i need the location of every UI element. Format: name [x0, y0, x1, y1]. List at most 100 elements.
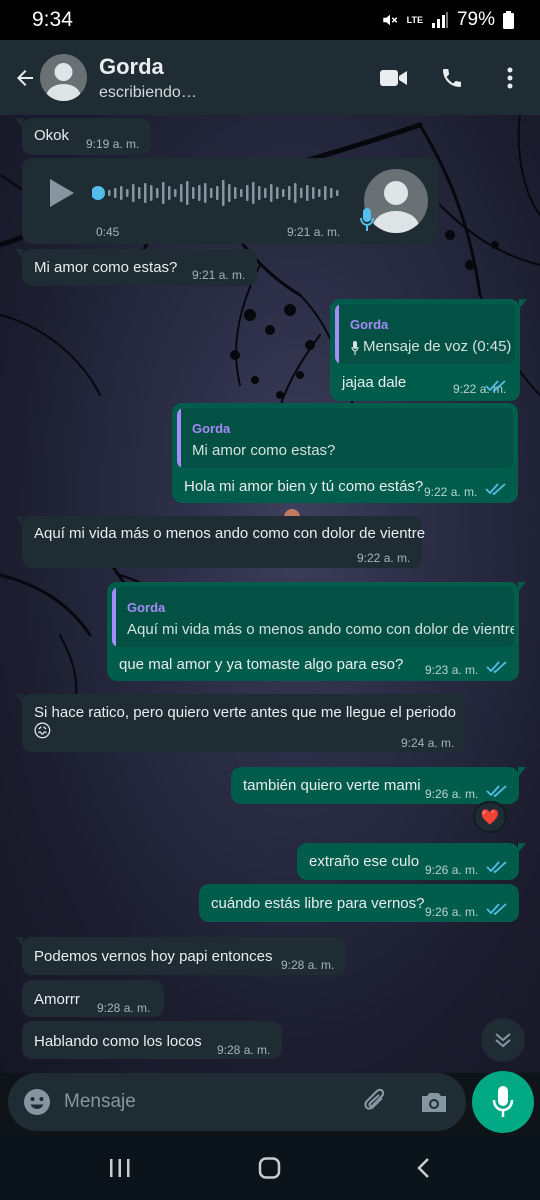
- waveform-bar: [294, 183, 297, 203]
- waveform-bar: [270, 184, 273, 202]
- message-text: Podemos vernos hoy papi entonces: [34, 948, 273, 965]
- waveform-bar: [210, 188, 213, 198]
- waveform-bar: [204, 183, 207, 203]
- video-call-icon[interactable]: [374, 58, 414, 98]
- message-incoming[interactable]: Okok 9:19 a. m.: [15, 118, 151, 155]
- waveform-bar: [312, 187, 315, 199]
- more-options-icon[interactable]: [490, 58, 530, 98]
- quote-text: Mensaje de voz (0:45): [363, 338, 512, 355]
- quote-text: Mi amor como estas?: [192, 442, 336, 459]
- message-incoming[interactable]: Hablando como los locos 9:28 a. m.: [22, 1021, 282, 1059]
- message-incoming[interactable]: Podemos vernos hoy papi entonces 9:28 a.…: [15, 937, 346, 975]
- message-incoming[interactable]: Amorrr 9:28 a. m.: [22, 980, 164, 1017]
- quoted-message[interactable]: Gorda Mi amor como estas?: [177, 408, 513, 468]
- message-outgoing[interactable]: Gorda Aquí mi vida más o menos ando como…: [107, 582, 526, 681]
- voice-duration: 0:45: [96, 225, 120, 239]
- status-icons: LTE 79%: [381, 9, 514, 31]
- status-bar: 9:34 LTE 79%: [0, 0, 540, 40]
- battery-level: 79%: [456, 9, 495, 30]
- message-outgoing[interactable]: extraño ese culo 9:26 a. m.: [297, 843, 526, 880]
- message-outgoing[interactable]: cuándo estás libre para vernos? 9:26 a. …: [199, 884, 519, 922]
- waveform-bar: [162, 182, 165, 204]
- quoted-message[interactable]: Gorda Aquí mi vida más o menos ando como…: [112, 587, 514, 647]
- message-time: 9:26 a. m.: [425, 905, 479, 919]
- message-time: 9:28 a. m.: [281, 958, 335, 972]
- waveform-bar: [318, 189, 321, 197]
- waveform-bar: [216, 186, 219, 200]
- reaction-badge[interactable]: ❤️: [473, 801, 507, 833]
- message-text: Mi amor como estas?: [34, 259, 178, 276]
- waveform-bar: [108, 190, 111, 196]
- recents-icon[interactable]: [100, 1152, 140, 1184]
- back-icon[interactable]: [403, 1152, 443, 1184]
- message-text: extraño ese culo: [309, 853, 420, 870]
- quote-author: Gorda: [350, 317, 389, 332]
- waveform-bar: [240, 189, 243, 197]
- phone-icon[interactable]: [432, 58, 472, 98]
- message-outgoing[interactable]: también quiero verte mami 9:26 a. m.: [231, 767, 526, 804]
- quoted-message[interactable]: Gorda Mensaje de voz (0:45): [335, 304, 515, 364]
- waveform-bar: [114, 188, 117, 198]
- message-outgoing[interactable]: Gorda Mensaje de voz (0:45) jajaa dale 9…: [330, 299, 527, 401]
- play-icon[interactable]: [48, 178, 76, 213]
- message-incoming[interactable]: Aquí mi vida más o menos ando como con d…: [15, 516, 425, 568]
- heart-reaction-icon: ❤️: [480, 809, 500, 826]
- read-ticks-icon: [486, 661, 507, 674]
- message-incoming[interactable]: Mi amor como estas? 9:21 a. m.: [15, 249, 257, 286]
- system-nav-bar: [0, 1136, 540, 1200]
- message-incoming[interactable]: Si hace ratico, pero quiero verte antes …: [15, 694, 465, 752]
- message-text: Amorrr: [34, 991, 80, 1008]
- waveform-bar: [222, 180, 225, 206]
- quote-bar: [335, 304, 339, 364]
- avatar[interactable]: [40, 54, 87, 101]
- message-outgoing[interactable]: Gorda Mi amor como estas? Hola mi amor b…: [172, 403, 518, 503]
- waveform-bar: [324, 186, 327, 200]
- camera-icon[interactable]: [418, 1086, 450, 1118]
- voice-message-incoming[interactable]: 0:45 9:21 a. m.: [22, 158, 438, 244]
- read-ticks-icon: [486, 861, 507, 874]
- quote-author: Gorda: [192, 421, 231, 436]
- lte-icon: LTE: [406, 14, 423, 25]
- signal-icon: [431, 12, 449, 28]
- status-time: 9:34: [32, 8, 73, 31]
- contact-info[interactable]: Gorda escribiendo…: [99, 54, 374, 102]
- message-time: 9:24 a. m.: [401, 736, 455, 750]
- waveform-bar: [198, 185, 201, 201]
- message-text: que mal amor y ya tomaste algo para eso?: [119, 656, 404, 673]
- back-arrow-icon[interactable]: [6, 59, 44, 97]
- double-chevron-down-icon: [495, 1033, 511, 1048]
- mic-icon: [360, 208, 374, 237]
- waveform-bar: [306, 185, 309, 201]
- message-input[interactable]: Mensaje: [64, 1091, 136, 1113]
- microphone-icon: [492, 1086, 514, 1117]
- read-ticks-icon: [486, 785, 507, 798]
- waveform-bar: [336, 190, 339, 196]
- waveform-bar: [330, 188, 333, 198]
- waveform-bar: [288, 186, 291, 200]
- message-time: 9:22 a. m.: [424, 485, 478, 499]
- message-composer: Mensaje: [0, 1071, 540, 1136]
- mic-small-icon: [351, 341, 359, 360]
- message-text: Si hace ratico, pero quiero verte antes …: [34, 704, 456, 721]
- scroll-to-bottom-button[interactable]: [481, 1018, 525, 1062]
- waveform-bar: [144, 183, 147, 203]
- battery-icon: [503, 11, 514, 29]
- attach-icon[interactable]: [360, 1086, 392, 1118]
- quote-bar: [177, 408, 181, 468]
- emoji-icon[interactable]: [22, 1087, 52, 1117]
- read-ticks-icon: [486, 903, 507, 916]
- waveform-bar: [156, 188, 159, 198]
- chat-area[interactable]: Okok 9:19 a. m. 0:45 9:21 a. m. Mi amor …: [0, 115, 540, 1073]
- message-time: 9:19 a. m.: [86, 137, 140, 151]
- message-time: 9:28 a. m.: [217, 1043, 271, 1057]
- quote-author: Gorda: [127, 600, 166, 615]
- waveform-bar: [168, 186, 171, 200]
- waveform-bar: [228, 184, 231, 202]
- home-icon[interactable]: [250, 1152, 290, 1184]
- message-input-box[interactable]: Mensaje: [8, 1073, 466, 1131]
- waveform-bar: [126, 189, 129, 197]
- waveform-bar: [276, 187, 279, 199]
- waveform-icon[interactable]: [92, 177, 344, 209]
- waveform-bar: [246, 185, 249, 201]
- voice-record-button[interactable]: [472, 1071, 534, 1133]
